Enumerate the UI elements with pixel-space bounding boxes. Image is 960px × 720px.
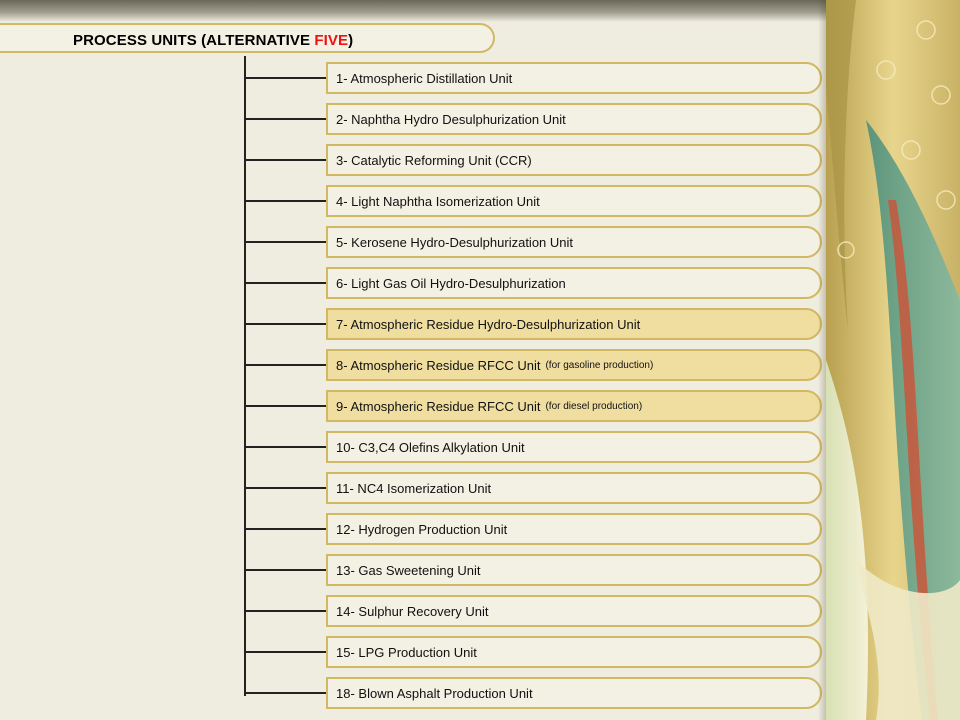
unit-box: 6- Light Gas Oil Hydro-Desulphurization — [326, 267, 822, 299]
tree-branch — [244, 159, 328, 161]
unit-note: (for diesel production) — [545, 400, 643, 412]
tree-branch — [244, 692, 328, 694]
unit-label: 14- Sulphur Recovery Unit — [336, 603, 489, 619]
title-highlight: FIVE — [314, 32, 349, 49]
unit-box: 14- Sulphur Recovery Unit — [326, 595, 822, 627]
unit-box: 8- Atmospheric Residue RFCC Unit (for gas… — [326, 349, 822, 381]
title-main: PROCESS UNITS (ALTERNATIVE — [73, 32, 315, 49]
tree-branch — [244, 446, 328, 448]
tree-branch — [244, 610, 328, 612]
tree-trunk — [244, 56, 246, 696]
unit-box: 13- Gas Sweetening Unit — [326, 554, 822, 586]
unit-box: 15- LPG Production Unit — [326, 636, 822, 668]
top-shadow — [0, 0, 826, 22]
tree-branch — [244, 569, 328, 571]
unit-label: 12- Hydrogen Production Unit — [336, 521, 508, 537]
unit-box: 10- C3,C4 Olefins Alkylation Unit — [326, 431, 822, 463]
unit-box: 3- Catalytic Reforming Unit (CCR) — [326, 144, 822, 176]
tree-branch — [244, 405, 328, 407]
unit-label: 3- Catalytic Reforming Unit (CCR) — [336, 152, 532, 168]
tree-branch — [244, 528, 328, 530]
title-tab: PROCESS UNITS (ALTERNATIVE FIVE) — [0, 23, 495, 53]
unit-box: 2- Naphtha Hydro Desulphurization Unit — [326, 103, 822, 135]
unit-box: 12- Hydrogen Production Unit — [326, 513, 822, 545]
unit-note: (for gasoline production) — [545, 359, 654, 371]
unit-label: 8- Atmospheric Residue RFCC Unit — [336, 357, 541, 373]
tree-branch — [244, 651, 328, 653]
tree-branch — [244, 323, 328, 325]
unit-label: 5- Kerosene Hydro-Desulphurization Unit — [336, 234, 574, 250]
tree-branch — [244, 200, 328, 202]
tree-branch — [244, 364, 328, 366]
unit-label: 6- Light Gas Oil Hydro-Desulphurization — [336, 275, 566, 291]
unit-box: 1- Atmospheric Distillation Unit — [326, 62, 822, 94]
unit-label: 4- Light Naphtha Isomerization Unit — [336, 193, 540, 209]
unit-box: 5- Kerosene Hydro-Desulphurization Unit — [326, 226, 822, 258]
unit-label: 7- Atmospheric Residue Hydro-Desulphuriz… — [336, 316, 641, 332]
tree-branch — [244, 282, 328, 284]
page-title: PROCESS UNITS (ALTERNATIVE FIVE) — [73, 32, 353, 49]
tree-branch — [244, 77, 328, 79]
unit-box: 9- Atmospheric Residue RFCC Unit (for die… — [326, 390, 822, 422]
unit-box: 4- Light Naphtha Isomerization Unit — [326, 185, 822, 217]
title-close: ) — [348, 32, 354, 49]
unit-label: 13- Gas Sweetening Unit — [336, 562, 481, 578]
tree-branch — [244, 487, 328, 489]
unit-label: 18- Blown Asphalt Production Unit — [336, 685, 533, 701]
tree-branch — [244, 118, 328, 120]
unit-label: 10- C3,C4 Olefins Alkylation Unit — [336, 439, 525, 455]
unit-label: 15- LPG Production Unit — [336, 644, 477, 660]
tree-branch — [244, 241, 328, 243]
unit-label: 2- Naphtha Hydro Desulphurization Unit — [336, 111, 566, 127]
decorative-curtain-art — [826, 0, 960, 720]
unit-label: 1- Atmospheric Distillation Unit — [336, 70, 513, 86]
unit-label: 11- NC4 Isomerization Unit — [336, 480, 492, 496]
unit-box: 18- Blown Asphalt Production Unit — [326, 677, 822, 709]
unit-box: 7- Atmospheric Residue Hydro-Desulphuriz… — [326, 308, 822, 340]
unit-box: 11- NC4 Isomerization Unit — [326, 472, 822, 504]
unit-label: 9- Atmospheric Residue RFCC Unit — [336, 398, 541, 414]
